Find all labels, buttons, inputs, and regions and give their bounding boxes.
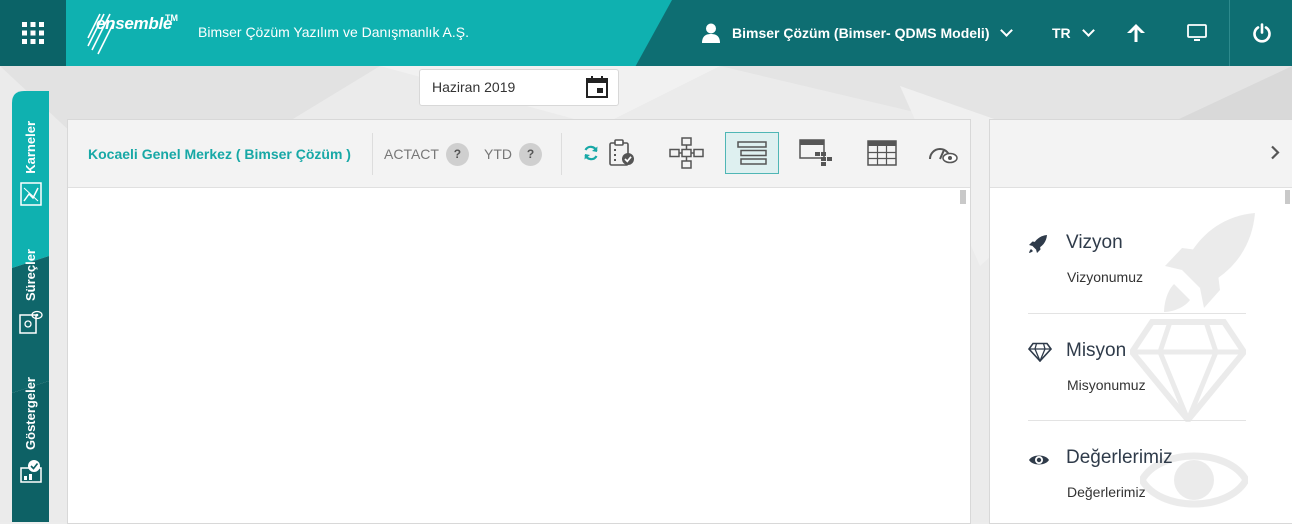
vision-panel: Vizyon Vizyonumuz Misyon Misyonumuz Değe… <box>989 119 1292 524</box>
section-title: Değerlerimiz <box>1066 447 1173 468</box>
divider <box>1028 313 1246 314</box>
upload-button[interactable] <box>1106 0 1166 66</box>
sidebar: Karneler Süreçler Göstergeler <box>12 91 49 522</box>
section-subtitle: Misyonumuz <box>1067 377 1146 393</box>
scrollbar-thumb[interactable] <box>1285 190 1290 204</box>
logo-trademark: TM <box>165 13 178 23</box>
scorecard-icon <box>19 182 42 206</box>
user-name: Bimser Çözüm (Bimser- QDMS Modeli) <box>732 25 990 41</box>
gauge-eye-icon <box>929 148 958 164</box>
metric-label: ACTACT <box>384 146 439 162</box>
date-picker-value: Haziran 2019 <box>432 79 516 95</box>
sidebar-tab-karneler[interactable]: Karneler <box>12 121 49 206</box>
process-icon <box>18 310 43 334</box>
chevron-right-icon[interactable] <box>1270 145 1280 160</box>
sidebar-tab-label: Göstergeler <box>23 377 38 450</box>
power-icon <box>1253 23 1271 43</box>
scorecard-panel: Kocaeli Genel Merkez ( Bimser Çözüm ) AC… <box>67 119 971 524</box>
company-name: Bimser Çözüm Yazılım ve Danışmanlık A.Ş. <box>198 24 470 40</box>
list-view-button[interactable] <box>725 132 779 174</box>
indicator-icon <box>19 459 42 483</box>
clipboard-check-icon <box>609 139 634 166</box>
tree-view-button[interactable] <box>660 132 714 174</box>
user-menu[interactable]: Bimser Çözüm (Bimser- QDMS Modeli) <box>702 20 1014 46</box>
diamond-icon <box>1028 342 1052 362</box>
divider <box>561 133 562 175</box>
top-bar: ensemble TM Bimser Çözüm Yazılım ve Danı… <box>0 0 1292 66</box>
logo-text[interactable]: ensemble <box>96 14 172 34</box>
metric-ytd: YTD ? <box>484 141 542 167</box>
help-icon[interactable]: ? <box>519 142 542 166</box>
language-label: TR <box>1052 25 1071 41</box>
hierarchy-icon <box>669 137 704 169</box>
section-title: Vizyon <box>1066 232 1123 253</box>
matrix-view-button[interactable] <box>790 132 844 174</box>
metric-label: YTD <box>484 146 512 162</box>
diamond-watermark-icon <box>1130 319 1246 422</box>
panel-toolbar: Kocaeli Genel Merkez ( Bimser Çözüm ) AC… <box>68 120 970 188</box>
rocket-watermark-icon <box>1164 213 1255 312</box>
refresh-icon <box>584 145 598 161</box>
rocket-icon <box>1029 235 1047 253</box>
logout-button[interactable] <box>1232 0 1292 66</box>
app-menu-button[interactable] <box>0 0 66 66</box>
table-icon <box>867 140 897 166</box>
section-subtitle: Değerlerimiz <box>1067 484 1146 500</box>
metric-actact: ACTACT ? <box>384 141 469 167</box>
list-bars-icon <box>737 141 767 165</box>
sidebar-tab-gostergeler[interactable]: Göstergeler <box>12 377 49 484</box>
approval-view-button[interactable] <box>600 132 644 174</box>
calendar-icon[interactable] <box>586 76 608 98</box>
eye-icon <box>1029 455 1049 465</box>
table-expand-icon <box>799 139 832 166</box>
vision-panel-header <box>990 120 1292 188</box>
section-subtitle: Vizyonumuz <box>1067 269 1144 285</box>
grid-icon <box>22 22 44 44</box>
scrollbar-thumb[interactable] <box>960 190 966 204</box>
dashboard-view-button[interactable] <box>916 132 970 174</box>
sidebar-tab-surecler[interactable]: Süreçler <box>12 249 49 335</box>
display-button[interactable] <box>1167 0 1227 66</box>
sidebar-tab-label: Süreçler <box>23 249 38 302</box>
chevron-down-icon <box>1081 24 1095 37</box>
monitor-icon <box>1187 24 1207 41</box>
period-date-picker[interactable]: Haziran 2019 <box>419 69 619 106</box>
arrow-up-icon <box>1127 24 1145 42</box>
language-selector[interactable]: TR <box>1052 20 1095 46</box>
user-icon <box>702 23 720 43</box>
sidebar-tab-label: Karneler <box>23 121 38 174</box>
organization-name[interactable]: Kocaeli Genel Merkez ( Bimser Çözüm ) <box>88 146 351 162</box>
topbar-divider <box>1229 0 1230 66</box>
section-title: Misyon <box>1066 340 1127 361</box>
divider <box>1028 420 1246 421</box>
table-view-button[interactable] <box>855 132 909 174</box>
chevron-down-icon <box>1000 24 1014 37</box>
help-icon[interactable]: ? <box>445 142 469 166</box>
divider <box>372 133 373 175</box>
